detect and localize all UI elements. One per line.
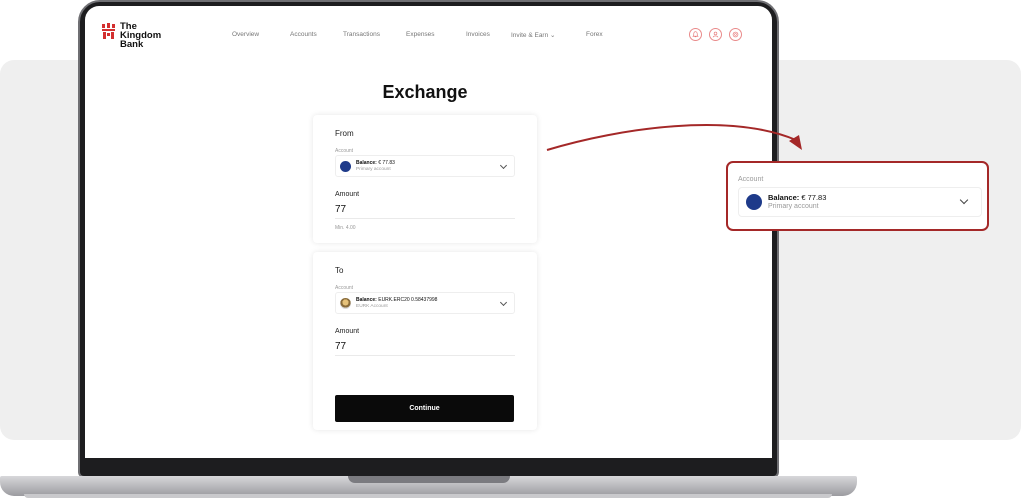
nav-link-invite-earn[interactable]: Invite & Earn ⌄: [511, 31, 555, 39]
eu-flag-icon: [746, 194, 762, 210]
continue-button[interactable]: Continue: [335, 395, 514, 422]
to-account-name: EURK Account: [356, 304, 388, 309]
to-card: To Account Balance: EURK.ERC20 0.5843799…: [313, 252, 537, 430]
chevron-down-icon: [499, 161, 508, 170]
callout-balance: Balance: € 77.83: [768, 193, 826, 202]
to-balance-value: EURK.ERC20 0.58437998: [378, 297, 438, 303]
nav-link-overview[interactable]: Overview: [232, 31, 259, 38]
eurk-coin-icon: [340, 298, 351, 309]
stage: The Kingdom Bank Overview Accounts Trans…: [0, 0, 1021, 499]
from-balance-value: € 77.83: [378, 160, 395, 166]
to-amount-underline: [335, 355, 515, 356]
from-account-select[interactable]: Balance: € 77.83 Primary account: [335, 155, 515, 177]
nav-links: Overview Accounts Transactions Expenses …: [85, 31, 772, 43]
to-account-select[interactable]: Balance: EURK.ERC20 0.58437998 EURK Acco…: [335, 292, 515, 314]
user-icon[interactable]: [709, 28, 722, 41]
from-account-label: Account: [335, 148, 354, 154]
from-amount-input[interactable]: 77: [335, 204, 346, 215]
to-account-label: Account: [335, 285, 354, 291]
chevron-down-icon: [959, 195, 969, 205]
to-amount-input[interactable]: 77: [335, 341, 346, 352]
nav-link-accounts[interactable]: Accounts: [290, 31, 317, 38]
from-account-name: Primary account: [356, 167, 391, 172]
nav-link-forex[interactable]: Forex: [586, 31, 603, 38]
from-heading: From: [335, 129, 354, 138]
to-heading: To: [335, 266, 344, 275]
laptop-screen: The Kingdom Bank Overview Accounts Trans…: [85, 6, 772, 458]
nav-link-transactions[interactable]: Transactions: [343, 31, 380, 38]
from-card: From Account Balance: € 77.83 Primary ac…: [313, 115, 537, 243]
laptop-notch: [348, 476, 510, 483]
laptop-foot: [24, 494, 832, 498]
nav-link-expenses[interactable]: Expenses: [406, 31, 435, 38]
chevron-down-icon: [499, 298, 508, 307]
callout-balance-value: € 77.83: [801, 193, 827, 202]
to-balance: Balance: EURK.ERC20 0.58437998: [356, 297, 437, 303]
callout-account-select[interactable]: Balance: € 77.83 Primary account: [738, 187, 982, 217]
chevron-down-icon: ⌄: [550, 32, 556, 39]
top-nav: The Kingdom Bank Overview Accounts Trans…: [85, 6, 772, 66]
callout-account-label: Account: [738, 176, 764, 183]
to-balance-label: Balance:: [356, 297, 377, 303]
nav-link-invite-earn-label: Invite & Earn: [511, 32, 549, 39]
from-balance: Balance: € 77.83: [356, 160, 395, 166]
bell-icon[interactable]: [689, 28, 702, 41]
laptop-bezel-bottom: [85, 458, 772, 476]
eu-flag-icon: [340, 161, 351, 172]
settings-icon[interactable]: [729, 28, 742, 41]
from-min-text: Min. 4.00: [335, 225, 356, 231]
nav-icon-group: [689, 28, 742, 41]
from-balance-label: Balance:: [356, 160, 377, 166]
callout-balance-label: Balance:: [768, 193, 800, 202]
nav-link-invoices[interactable]: Invoices: [466, 31, 490, 38]
to-amount-label: Amount: [335, 328, 360, 335]
account-zoom-callout: Account Balance: € 77.83 Primary account: [726, 161, 989, 231]
callout-account-name: Primary account: [768, 203, 819, 210]
page-title: Exchange: [382, 82, 468, 102]
from-amount-label: Amount: [335, 191, 360, 198]
from-amount-underline: [335, 218, 515, 219]
